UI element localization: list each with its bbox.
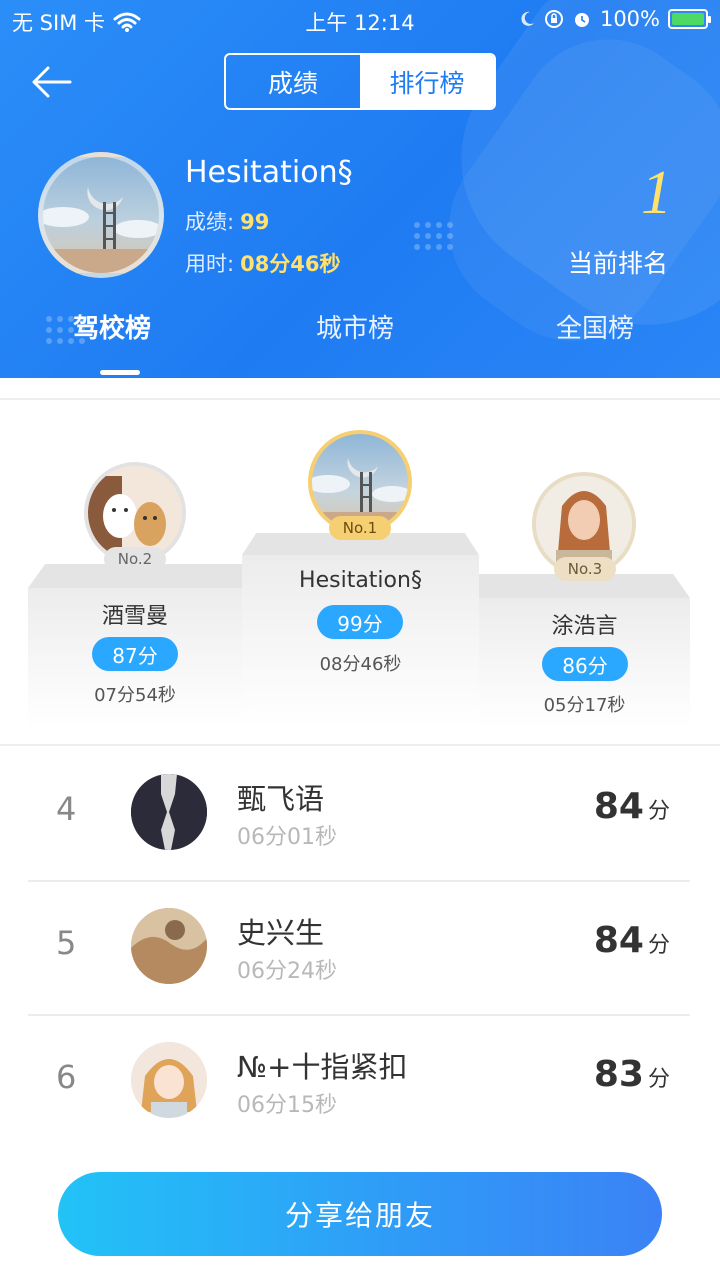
tab-school[interactable]: 驾校榜 — [73, 308, 151, 345]
profile-name: Hesitation§ — [185, 155, 353, 190]
rank-badge: No.2 — [104, 547, 166, 571]
podium-name: Hesitation§ — [299, 568, 422, 593]
avatar — [131, 1042, 207, 1118]
avatar — [131, 908, 207, 984]
avatar — [38, 152, 164, 278]
list-rank: 6 — [56, 1058, 77, 1096]
tab-national[interactable]: 全国榜 — [556, 308, 634, 345]
podium-time: 07分54秒 — [94, 685, 176, 706]
segmented-control: 成绩 排行榜 — [224, 53, 496, 110]
time-label: 用时: — [185, 252, 235, 276]
podium-name: 酒雪曼 — [101, 604, 168, 629]
segment-scores[interactable]: 成绩 — [226, 55, 360, 108]
score-label: 成绩: — [185, 210, 235, 234]
tab-indicator — [100, 370, 140, 375]
battery-icon — [668, 9, 711, 29]
profile-time-line: 用时: 08分46秒 — [185, 248, 341, 278]
podium-score: 87分 — [92, 637, 178, 671]
rotation-lock-icon — [544, 10, 563, 28]
podium-score: 99分 — [317, 605, 403, 639]
moon-icon — [521, 11, 534, 26]
rank-badge: No.1 — [329, 516, 391, 540]
list-rank: 5 — [56, 924, 77, 962]
list-item[interactable]: 6 №+十指紧扣 06分15秒 83 分 — [28, 1016, 690, 1150]
podium-time: 05分17秒 — [543, 695, 626, 716]
decor-dots — [414, 222, 453, 250]
time-value: 08分46秒 — [240, 252, 341, 276]
list-time: 06分24秒 — [237, 959, 337, 984]
share-button[interactable]: 分享给朋友 — [58, 1172, 662, 1256]
battery-percent: 100% — [599, 7, 660, 31]
list-name: 史兴生 — [237, 916, 325, 950]
list-item[interactable]: 5 史兴生 06分24秒 84 分 — [28, 882, 690, 1016]
list-name: 甄飞语 — [237, 782, 325, 816]
list-score: 84 分 — [593, 920, 670, 961]
header: 无 SIM 卡 上午 12:14 100% 成绩 排行榜 Hesitation§… — [0, 0, 720, 378]
podium-time: 08分46秒 — [319, 654, 402, 675]
divider — [0, 398, 720, 400]
list-time: 06分15秒 — [237, 1093, 337, 1118]
status-bar: 无 SIM 卡 上午 12:14 100% — [0, 0, 720, 40]
list-time: 06分01秒 — [237, 825, 337, 850]
podium-score: 86分 — [542, 647, 628, 681]
current-rank-value: 1 — [641, 159, 672, 227]
rank-badge: No.3 — [554, 557, 616, 581]
alarm-icon — [574, 13, 589, 27]
score-value: 99 — [240, 210, 270, 234]
tab-city[interactable]: 城市榜 — [316, 308, 394, 345]
avatar — [131, 774, 207, 850]
profile-score-line: 成绩: 99 — [185, 206, 269, 236]
list-rank: 4 — [56, 790, 77, 828]
list-score: 84 分 — [593, 786, 670, 827]
list-score: 83 分 — [593, 1054, 670, 1095]
list-item[interactable]: 4 甄飞语 06分01秒 84 分 — [28, 748, 690, 882]
list-name: №+十指紧扣 — [237, 1050, 408, 1084]
segment-leaderboard[interactable]: 排行榜 — [360, 55, 494, 108]
current-rank-label: 当前排名 — [567, 249, 668, 278]
divider — [0, 744, 720, 746]
podium-name: 涂浩言 — [551, 614, 618, 639]
back-arrow-icon[interactable] — [28, 60, 76, 104]
